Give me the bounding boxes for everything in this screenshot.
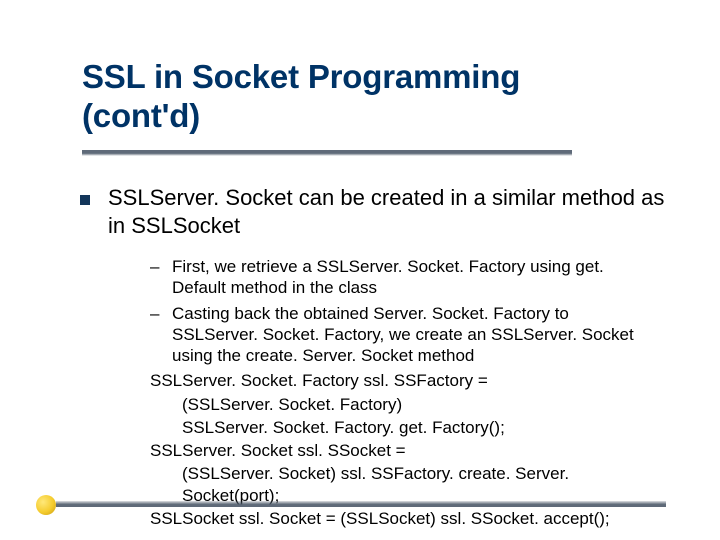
code-line-1b: (SSLServer. Socket. Factory) bbox=[150, 394, 652, 415]
sub-bullets: – First, we retrieve a SSLServer. Socket… bbox=[150, 256, 652, 531]
bullet-square-icon bbox=[80, 195, 90, 205]
code-line-3: SSLSocket ssl. Socket = (SSLSocket) ssl.… bbox=[150, 508, 652, 529]
code-line-1a: SSLServer. Socket. Factory ssl. SSFactor… bbox=[150, 370, 652, 391]
code-line-2a: SSLServer. Socket ssl. SSocket = bbox=[150, 440, 652, 461]
slide-title: SSL in Socket Programming (cont'd) bbox=[82, 58, 642, 136]
main-bullet-text: SSLServer. Socket can be created in a si… bbox=[108, 184, 668, 239]
title-block: SSL in Socket Programming (cont'd) bbox=[82, 58, 642, 136]
title-underline bbox=[82, 150, 572, 156]
slide: SSL in Socket Programming (cont'd) SSLSe… bbox=[0, 0, 720, 540]
sub-bullet-1: – First, we retrieve a SSLServer. Socket… bbox=[150, 256, 652, 299]
code-line-2b: (SSLServer. Socket) ssl. SSFactory. crea… bbox=[150, 463, 652, 506]
decoration-bar bbox=[56, 501, 666, 507]
dash-icon: – bbox=[150, 303, 159, 324]
sub-bullet-2-text: Casting back the obtained Server. Socket… bbox=[172, 304, 634, 366]
sub-bullet-2: – Casting back the obtained Server. Sock… bbox=[150, 303, 652, 367]
dash-icon: – bbox=[150, 256, 159, 277]
sub-bullet-1-text: First, we retrieve a SSLServer. Socket. … bbox=[172, 257, 604, 297]
code-line-1c: SSLServer. Socket. Factory. get. Factory… bbox=[150, 417, 652, 438]
decoration-dot-icon bbox=[36, 495, 56, 515]
